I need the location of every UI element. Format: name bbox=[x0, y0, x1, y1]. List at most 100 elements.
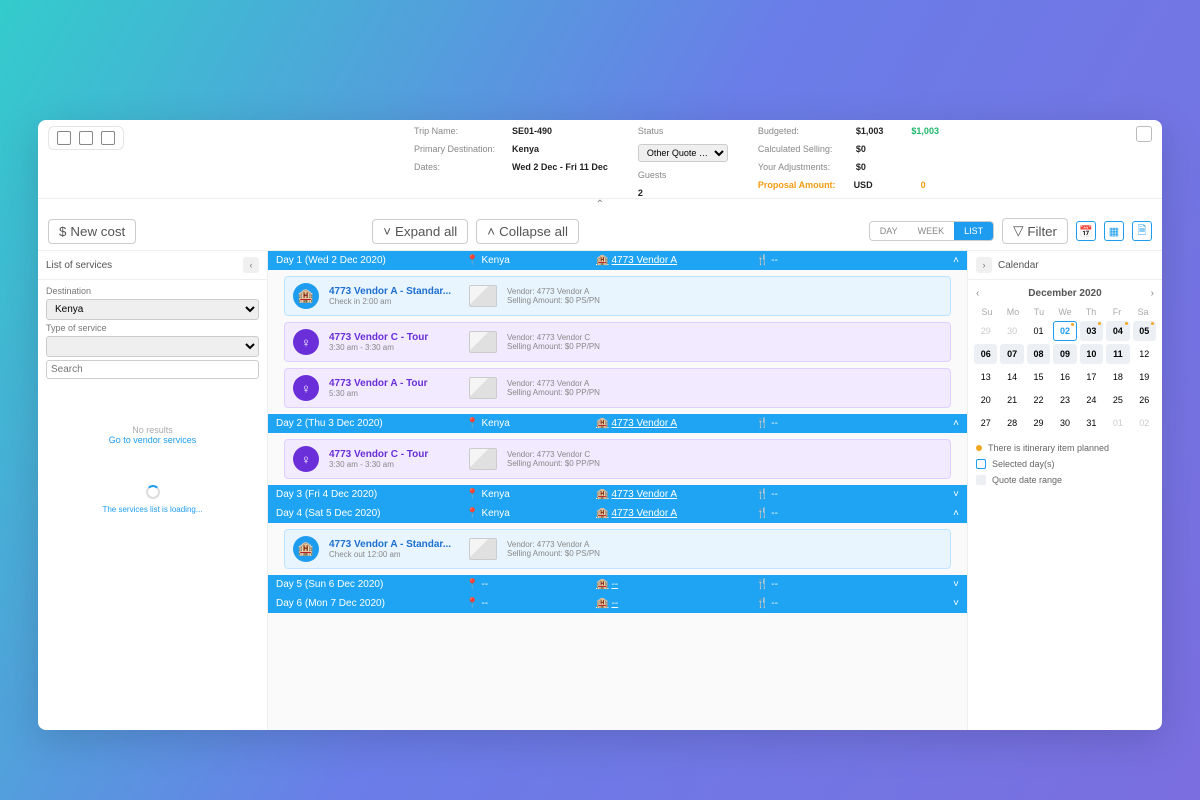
chevron-icon[interactable]: ˄ bbox=[953, 418, 959, 429]
type-select[interactable] bbox=[46, 336, 259, 357]
calendar-day[interactable]: 30 bbox=[1053, 413, 1076, 433]
day-vendor[interactable]: 4773 Vendor A bbox=[611, 489, 677, 500]
service-card[interactable]: 🏨 4773 Vendor A - Standar... Check out 1… bbox=[284, 529, 951, 569]
calendar-day[interactable]: 06 bbox=[974, 344, 997, 364]
calendar-day[interactable]: 13 bbox=[974, 367, 997, 387]
calendar-day[interactable]: 02 bbox=[1053, 321, 1076, 341]
chevron-icon[interactable]: ˅ bbox=[953, 598, 959, 609]
calendar-day[interactable]: 11 bbox=[1106, 344, 1129, 364]
chevron-icon[interactable]: ˄ bbox=[953, 255, 959, 266]
save-icon[interactable] bbox=[57, 131, 71, 145]
day-header[interactable]: Day 1 (Wed 2 Dec 2020) 📍Kenya 🏨4773 Vend… bbox=[268, 251, 967, 270]
day-location: Kenya bbox=[481, 489, 509, 500]
service-card[interactable]: 🏨 4773 Vendor A - Standar... Check in 2:… bbox=[284, 276, 951, 316]
grid-icon[interactable]: ▦ bbox=[1104, 221, 1124, 241]
prev-month-icon[interactable]: ‹ bbox=[976, 288, 979, 299]
view-day[interactable]: DAY bbox=[870, 222, 908, 240]
tour-icon: ♀ bbox=[293, 329, 319, 355]
calendar-day[interactable]: 14 bbox=[1000, 367, 1023, 387]
next-month-icon[interactable]: › bbox=[1151, 288, 1154, 299]
bed-icon: 🏨 bbox=[596, 489, 608, 500]
view-list[interactable]: LIST bbox=[954, 222, 993, 240]
destination-select[interactable]: Kenya bbox=[46, 299, 259, 320]
calendar-day[interactable]: 03 bbox=[1080, 321, 1103, 341]
calendar-day[interactable]: 26 bbox=[1133, 390, 1156, 410]
settings-icon[interactable] bbox=[1136, 126, 1152, 142]
pin-icon: 📍 bbox=[466, 418, 478, 429]
calendar-day[interactable]: 21 bbox=[1000, 390, 1023, 410]
expand-all-button[interactable]: ˅Expand all bbox=[372, 219, 468, 244]
calendar-day[interactable]: 15 bbox=[1027, 367, 1050, 387]
calendar-day[interactable]: 07 bbox=[1000, 344, 1023, 364]
day-vendor[interactable]: 4773 Vendor A bbox=[611, 418, 677, 429]
card-selling: Selling Amount: $0 PS/PN bbox=[507, 296, 600, 305]
calendar-day[interactable]: 12 bbox=[1133, 344, 1156, 364]
status-select[interactable]: Other Quote … bbox=[638, 144, 728, 162]
calendar-day[interactable]: 01 bbox=[1106, 413, 1129, 433]
calendar-title: Calendar bbox=[998, 260, 1154, 271]
collapse-left-icon[interactable]: ‹ bbox=[243, 257, 259, 273]
day-location: Kenya bbox=[481, 508, 509, 519]
calendar-day[interactable]: 18 bbox=[1106, 367, 1129, 387]
view-week[interactable]: WEEK bbox=[908, 222, 955, 240]
day-header[interactable]: Day 2 (Thu 3 Dec 2020) 📍Kenya 🏨4773 Vend… bbox=[268, 414, 967, 433]
add-icon[interactable] bbox=[101, 131, 115, 145]
calendar-day[interactable]: 30 bbox=[1000, 321, 1023, 341]
calendar-day[interactable]: 02 bbox=[1133, 413, 1156, 433]
calendar-day[interactable]: 17 bbox=[1080, 367, 1103, 387]
service-card[interactable]: ♀ 4773 Vendor C - Tour 3:30 am - 3:30 am… bbox=[284, 439, 951, 479]
go-vendor-link[interactable]: Go to vendor services bbox=[38, 435, 267, 445]
day-dot-icon bbox=[1125, 322, 1128, 325]
calendar-day[interactable]: 20 bbox=[974, 390, 997, 410]
collapse-right-icon[interactable]: › bbox=[976, 257, 992, 273]
chevron-icon[interactable]: ˅ bbox=[953, 489, 959, 500]
doc-icon[interactable]: 🗎 bbox=[1132, 221, 1152, 241]
calendar-day[interactable]: 05 bbox=[1133, 321, 1156, 341]
day-vendor[interactable]: -- bbox=[611, 598, 618, 609]
service-card[interactable]: ♀ 4773 Vendor C - Tour 3:30 am - 3:30 am… bbox=[284, 322, 951, 362]
calendar-day[interactable]: 10 bbox=[1080, 344, 1103, 364]
calendar-day[interactable]: 19 bbox=[1133, 367, 1156, 387]
new-cost-button[interactable]: $New cost bbox=[48, 219, 136, 244]
day-header[interactable]: Day 6 (Mon 7 Dec 2020) 📍-- 🏨-- 🍴 -- ˅ bbox=[268, 594, 967, 613]
day-title: Day 3 (Fri 4 Dec 2020) bbox=[276, 489, 456, 500]
filter-button[interactable]: ▽Filter bbox=[1002, 218, 1068, 244]
day-vendor[interactable]: -- bbox=[611, 579, 618, 590]
top-icon-group bbox=[48, 126, 124, 150]
guests-value: 2 bbox=[638, 188, 728, 198]
calendar-day[interactable]: 22 bbox=[1027, 390, 1050, 410]
calendar-day[interactable]: 09 bbox=[1053, 344, 1076, 364]
view-toggle: DAY WEEK LIST bbox=[869, 221, 994, 241]
destination-label: Destination bbox=[46, 286, 259, 296]
proposal-label: Proposal Amount: bbox=[758, 180, 836, 190]
calendar-day[interactable]: 16 bbox=[1053, 367, 1076, 387]
dates-value: Wed 2 Dec - Fri 11 Dec bbox=[512, 162, 608, 172]
day-vendor[interactable]: 4773 Vendor A bbox=[611, 508, 677, 519]
itinerary-list[interactable]: Day 1 (Wed 2 Dec 2020) 📍Kenya 🏨4773 Vend… bbox=[268, 251, 967, 730]
search-input[interactable] bbox=[46, 360, 259, 379]
collapse-all-button[interactable]: ˄Collapse all bbox=[476, 219, 579, 244]
chevron-icon[interactable]: ˄ bbox=[953, 508, 959, 519]
food-icon: 🍴 bbox=[756, 579, 768, 590]
calendar-day[interactable]: 27 bbox=[974, 413, 997, 433]
day-header[interactable]: Day 5 (Sun 6 Dec 2020) 📍-- 🏨-- 🍴 -- ˅ bbox=[268, 575, 967, 594]
service-card[interactable]: ♀ 4773 Vendor A - Tour 5:30 am Vendor: 4… bbox=[284, 368, 951, 408]
calendar-day[interactable]: 23 bbox=[1053, 390, 1076, 410]
calendar-day[interactable]: 31 bbox=[1080, 413, 1103, 433]
day-header[interactable]: Day 4 (Sat 5 Dec 2020) 📍Kenya 🏨4773 Vend… bbox=[268, 504, 967, 523]
calendar-day[interactable]: 01 bbox=[1027, 321, 1050, 341]
food-icon: 🍴 bbox=[756, 598, 768, 609]
calendar-icon[interactable]: 📅 bbox=[1076, 221, 1096, 241]
calendar-day[interactable]: 25 bbox=[1106, 390, 1129, 410]
calendar-day[interactable]: 08 bbox=[1027, 344, 1050, 364]
calendar-day[interactable]: 28 bbox=[1000, 413, 1023, 433]
export-icon[interactable] bbox=[79, 131, 93, 145]
calendar-day[interactable]: 29 bbox=[1027, 413, 1050, 433]
calendar-day[interactable]: 04 bbox=[1106, 321, 1129, 341]
calendar-day[interactable]: 24 bbox=[1080, 390, 1103, 410]
calendar-day[interactable]: 29 bbox=[974, 321, 997, 341]
day-vendor[interactable]: 4773 Vendor A bbox=[611, 255, 677, 266]
collapse-header-icon[interactable]: ⌃ bbox=[38, 199, 1162, 212]
chevron-icon[interactable]: ˅ bbox=[953, 579, 959, 590]
day-header[interactable]: Day 3 (Fri 4 Dec 2020) 📍Kenya 🏨4773 Vend… bbox=[268, 485, 967, 504]
